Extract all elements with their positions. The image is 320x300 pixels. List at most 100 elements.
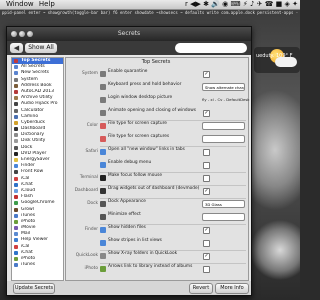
setting-icon: [100, 266, 106, 272]
sidebar-item-label: All Secrets: [21, 64, 45, 70]
category-label: Safari: [85, 149, 98, 154]
app-icon: [14, 164, 18, 169]
app-icon: [14, 195, 18, 200]
weather-widget[interactable]: ueduty. 109° F: [254, 47, 300, 73]
app-icon: [14, 59, 18, 63]
app-icon: [14, 65, 18, 70]
setting-label: File type for screen capture: [108, 121, 167, 126]
setting-row: iPhoto Arrows link to library instead of …: [66, 264, 248, 274]
setting-label: Dock Appearance: [108, 199, 146, 204]
weather-temperature: ueduty. 109° F: [256, 53, 293, 59]
secrets-window: Secrets ◀ Show All Top Secrets All Secret…: [6, 26, 252, 296]
search-field[interactable]: [175, 43, 247, 53]
category-label: Terminal: [79, 175, 98, 180]
setting-row: QuickLook Show X-ray folders in QuickLook…: [66, 251, 248, 261]
setting-label: Make focus follow mouse: [108, 173, 162, 178]
setting-label: Animate opening and closing of windows: [108, 108, 197, 113]
setting-row: Dashboard Drag widgets out of dashboard (…: [66, 186, 248, 196]
more-info-button[interactable]: More Info: [215, 283, 249, 294]
window-title: Secrets: [117, 30, 141, 37]
app-icon: [14, 257, 18, 261]
sidebar-item-label: Top Secrets: [21, 58, 51, 63]
app-icon: [14, 114, 18, 119]
setting-row: File type for screen captures: [66, 134, 248, 144]
setting-popup-menu[interactable]: [202, 135, 245, 143]
sidebar-item-label: iTunes: [21, 212, 36, 218]
menu-status-icons[interactable]: r ◀▶ ✱ 🔊 ◉ ⌨ ⚡ ♪ ✈ ☎ ■ ◈ ✦: [185, 0, 298, 9]
sidebar-item-label: DVD Player: [21, 150, 47, 156]
app-icon: [14, 102, 18, 107]
show-all-button[interactable]: Show All: [25, 43, 57, 53]
sidebar-item-label: Mail: [21, 231, 31, 237]
setting-row: Keyboard press and hold behavior Show alt…: [66, 82, 248, 92]
sidebar-item-label: iTunes: [21, 262, 36, 268]
sidebar-list[interactable]: Top Secrets All Secrets New Secrets System A…: [11, 57, 64, 281]
setting-icon: [100, 214, 106, 220]
setting-label: Minimize effect: [108, 212, 141, 217]
sidebar-item-label: iChat: [21, 181, 33, 187]
setting-popup-menu[interactable]: [202, 122, 245, 130]
sidebar-item-label: System: [21, 76, 38, 82]
setting-popup-menu[interactable]: [202, 213, 245, 221]
setting-checkbox[interactable]: [203, 175, 210, 182]
setting-row: Minimize effect: [66, 212, 248, 222]
setting-label: File type for screen captures: [108, 134, 170, 139]
setting-label: Drag widgets out of dashboard (devmode): [108, 186, 200, 191]
category-label: System: [81, 71, 98, 76]
menu-window[interactable]: Window: [6, 0, 34, 8]
setting-icon: [100, 227, 106, 233]
setting-icon: [100, 175, 106, 181]
back-button[interactable]: ◀: [10, 43, 23, 53]
setting-row: Show stripes in list views: [66, 238, 248, 248]
app-icon: [14, 263, 18, 268]
sidebar-item[interactable]: iTunes: [12, 262, 63, 268]
setting-checkbox[interactable]: ✓: [203, 253, 210, 260]
sidebar-item-label: Camino: [21, 113, 39, 119]
setting-value-text[interactable]: fly - xl - Cv - DefaultDesk: [202, 95, 250, 105]
setting-icon: [100, 110, 106, 116]
sidebar-item-label: Disk Utility: [21, 138, 46, 144]
sidebar-item-label: Dictionary: [21, 132, 45, 138]
app-icon: [14, 250, 18, 255]
setting-icon: [100, 201, 106, 207]
revert-button[interactable]: Revert: [189, 283, 213, 294]
setting-checkbox[interactable]: ✓: [203, 110, 210, 117]
category-label: Finder: [84, 227, 98, 232]
app-icon: [14, 213, 18, 218]
app-icon: [14, 108, 18, 113]
setting-row: Finder Show hidden files ✓: [66, 225, 248, 235]
update-secrets-button[interactable]: Update Secrets: [13, 283, 55, 294]
setting-popup-menu[interactable]: 3D Glass: [202, 200, 245, 208]
app-icon: [14, 77, 18, 82]
app-icon: [14, 139, 18, 144]
menu-help[interactable]: Help: [39, 0, 55, 8]
setting-label: Login window desktop picture: [108, 95, 173, 100]
setting-checkbox[interactable]: [203, 149, 210, 156]
setting-checkbox[interactable]: [203, 266, 210, 273]
sidebar-item-label: Growl: [21, 206, 34, 212]
setting-checkbox[interactable]: [203, 162, 210, 169]
app-icon: [14, 83, 18, 88]
setting-checkbox[interactable]: ✓: [203, 188, 210, 195]
app-icon: [14, 170, 18, 175]
app-icon: [14, 158, 18, 162]
sidebar-item-label: GoogleChrome: [21, 200, 55, 206]
sidebar-item-label: Front Row: [21, 169, 44, 175]
sidebar-item-label: New Secrets: [21, 70, 49, 76]
terminal-command-line: ppid-panel enter ~ showgrowth(toggle-bar…: [2, 10, 298, 15]
category-label: Dashboard: [74, 188, 98, 193]
setting-row: Color File type for screen capture: [66, 121, 248, 131]
setting-icon: [100, 149, 106, 155]
setting-label: Show hidden files: [108, 225, 146, 230]
window-titlebar[interactable]: Secrets: [7, 27, 251, 41]
setting-checkbox[interactable]: ✓: [203, 71, 210, 78]
setting-checkbox[interactable]: ✓: [203, 227, 210, 234]
setting-label: Keyboard press and hold behavior: [108, 82, 182, 87]
setting-popup-menu[interactable]: Show alternate characters: [202, 83, 245, 91]
sidebar-item-label: AutoCAD 2013: [21, 88, 55, 94]
sidebar-item-label: Help Viewer: [21, 237, 48, 243]
setting-checkbox[interactable]: [203, 240, 210, 247]
setting-icon: [100, 123, 106, 129]
app-icon: [14, 127, 18, 132]
app-icon: [14, 201, 18, 206]
